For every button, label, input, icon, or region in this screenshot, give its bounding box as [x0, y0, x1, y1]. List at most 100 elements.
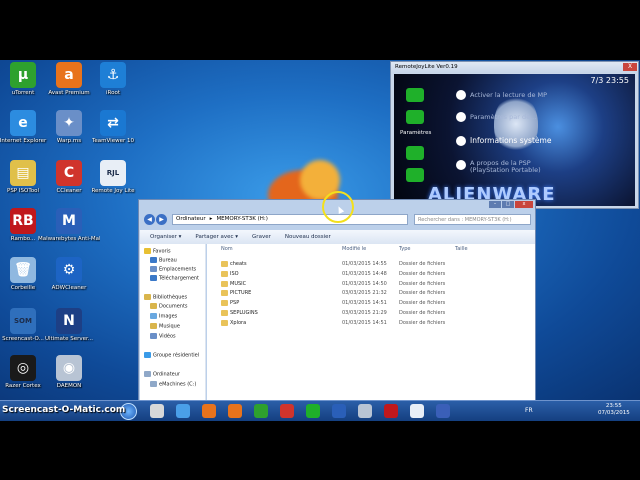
close-button[interactable]: x — [515, 201, 533, 208]
file-type: Dossier de fichiers — [399, 290, 446, 297]
taskbar-app-icon[interactable] — [358, 404, 372, 418]
nav-item[interactable]: Documents — [150, 303, 188, 310]
window-controls: – □ x — [489, 201, 533, 208]
nav-item[interactable]: Groupe résidentiel — [144, 352, 199, 359]
taskbar-app-icon[interactable] — [176, 404, 190, 418]
breadcrumb-item[interactable]: MEMORY-ST3K (H:) — [216, 216, 267, 223]
maximize-button[interactable]: □ — [502, 201, 514, 208]
nav-item[interactable]: Images — [150, 313, 177, 320]
breadcrumb-item[interactable]: Ordinateur — [176, 216, 206, 223]
desktop-icon[interactable]: M Malwarebytes Anti-Malware — [38, 208, 100, 243]
nav-item-label: Ordinateur — [153, 371, 180, 378]
table-row[interactable]: PSP 01/03/2015 14:51 Dossier de fichiers — [207, 299, 535, 308]
organize-button[interactable]: Organiser ▾ — [150, 234, 181, 240]
app-icon: e — [10, 110, 36, 136]
table-row[interactable]: ISO 01/03/2015 14:48 Dossier de fichiers — [207, 270, 535, 279]
desktop-icon[interactable]: N Ultimate Server... — [38, 308, 100, 343]
desktop-icon-label: Ultimate Server... — [44, 336, 94, 342]
back-button[interactable]: ◀ — [144, 213, 155, 225]
table-row[interactable]: Xplora 01/03/2015 14:51 Dossier de fichier… — [207, 319, 535, 328]
file-date: 01/03/2015 14:55 — [342, 261, 387, 267]
app-icon: RB — [10, 208, 36, 234]
nav-item-icon — [144, 371, 151, 377]
desktop-icon-label: DAEMON — [56, 383, 82, 389]
search-input[interactable]: Rechercher dans : MEMORY-ST3K (H:) — [414, 213, 531, 225]
folder-icon — [221, 300, 228, 307]
taskbar-app-icon[interactable] — [150, 404, 164, 418]
column-header-name[interactable]: Nom — [221, 246, 233, 252]
table-row[interactable]: PICTURE 03/03/2015 21:32 Dossier de fichie… — [207, 289, 535, 298]
nav-item-icon — [144, 248, 151, 254]
psp-screen[interactable]: 7/3 23:55 Paramètres Activer la lecture … — [394, 74, 635, 206]
column-header-date[interactable]: Modifié le — [342, 246, 366, 252]
taskbar-app-icon[interactable] — [306, 404, 320, 418]
psp-menu-bullet-icon — [456, 112, 466, 122]
desktop-icon-label: TeamViewer 10 — [92, 138, 134, 144]
nav-item[interactable]: Favoris — [144, 248, 171, 255]
taskbar-app-icon[interactable] — [436, 404, 450, 418]
psp-menu-item[interactable]: A propos de la PSP (PlayStation Portable… — [470, 160, 560, 174]
remotejoy-window[interactable]: RemoteJoyLite Ver0.19 X 7/3 23:55 Paramè… — [390, 61, 639, 209]
taskbar-app-icon[interactable] — [384, 404, 398, 418]
nav-item[interactable]: Bibliothèques — [144, 294, 187, 301]
table-row[interactable]: MUSIC 01/03/2015 14:50 Dossier de fichiers — [207, 280, 535, 289]
file-date: 01/03/2015 14:48 — [342, 270, 387, 277]
taskbar-app-icon[interactable] — [228, 404, 242, 418]
table-row[interactable]: SEPLUGINS 03/03/2015 21:29 Dossier de fich… — [207, 309, 535, 318]
psp-settings-icon — [406, 146, 424, 160]
language-indicator[interactable]: FR — [525, 407, 533, 414]
app-icon: 🗑 — [10, 257, 36, 283]
nav-item[interactable]: Bureau — [150, 257, 177, 264]
nav-item[interactable]: Musique — [150, 323, 180, 330]
nav-item-label: Documents — [159, 303, 188, 310]
psp-clock: 7/3 23:55 — [590, 76, 629, 85]
file-type: Dossier de fichiers — [399, 319, 446, 326]
column-headers: Nom Modifié le Type Taille — [207, 246, 535, 256]
desktop-icon[interactable]: ⚓ iRoot — [82, 62, 144, 97]
desktop-icon[interactable]: ⚙ ADWCleaner — [38, 257, 100, 292]
file-name: ISO — [230, 270, 239, 277]
table-row[interactable]: cheats 01/03/2015 14:55 Dossier de fichier… — [207, 260, 535, 269]
desktop-icon[interactable]: RJL Remote Joy Lite — [82, 160, 144, 195]
forward-button[interactable]: ▶ — [156, 213, 167, 225]
column-header-type[interactable]: Type — [399, 246, 410, 252]
nav-item-label: Musique — [159, 323, 180, 330]
taskbar-app-icon[interactable] — [202, 404, 216, 418]
folder-icon — [221, 261, 228, 267]
new-folder-button[interactable]: Nouveau dossier — [285, 234, 331, 240]
share-with-button[interactable]: Partager avec ▾ — [195, 234, 238, 240]
nav-item[interactable]: eMachines (C:) — [150, 381, 196, 388]
nav-item-label: Téléchargement — [159, 275, 200, 282]
nav-item[interactable]: Vidéos — [150, 333, 176, 340]
desktop-icon[interactable]: ◉ DAEMON — [38, 355, 100, 390]
psp-menu-item[interactable]: Paramètres par dé... — [470, 113, 536, 121]
screen: µ uTorrent a Avast Premium ⚓ iRoot e Internet E… — [0, 0, 640, 480]
address-bar[interactable]: Ordinateur ▸ MEMORY-ST3K (H:) — [172, 213, 408, 225]
nav-item[interactable]: Téléchargement — [150, 275, 199, 282]
tray-clock[interactable]: 23:55 07/03/2015 — [598, 403, 630, 417]
psp-menu-item[interactable]: Activer la lecture de MP — [470, 91, 547, 99]
file-date: 03/03/2015 21:32 — [342, 290, 387, 297]
taskbar-app-icon[interactable] — [332, 404, 346, 418]
file-name: MUSIC — [230, 280, 247, 287]
taskbar-app-icon[interactable] — [410, 404, 424, 418]
desktop-icon[interactable]: ⇄ TeamViewer 10 — [82, 110, 144, 145]
column-header-size[interactable]: Taille — [455, 246, 468, 252]
psp-settings-icon — [406, 168, 424, 182]
nav-item[interactable]: Ordinateur — [144, 371, 180, 378]
nav-item[interactable]: Emplacements — [150, 266, 196, 273]
nav-item-label: Images — [159, 313, 178, 320]
breadcrumb-separator-icon: ▸ — [209, 215, 213, 222]
file-date: 01/03/2015 14:51 — [342, 300, 387, 307]
psp-menu-item-selected[interactable]: Informations système — [470, 136, 551, 145]
explorer-window[interactable]: – □ x ◀ ▶ Ordinateur ▸ MEMORY-ST3K (H:) … — [138, 199, 536, 402]
app-icon: ◉ — [56, 355, 82, 381]
taskbar-app-icon[interactable] — [280, 404, 294, 418]
nav-item-label: Bureau — [159, 257, 177, 264]
taskbar-app-icon[interactable] — [254, 404, 268, 418]
remotejoy-title: RemoteJoyLite Ver0.19 — [391, 62, 638, 73]
psp-settings-icon — [406, 88, 424, 102]
remotejoy-close-button[interactable]: X — [623, 63, 637, 71]
minimize-button[interactable]: – — [489, 201, 501, 208]
burn-button[interactable]: Graver — [252, 234, 271, 240]
